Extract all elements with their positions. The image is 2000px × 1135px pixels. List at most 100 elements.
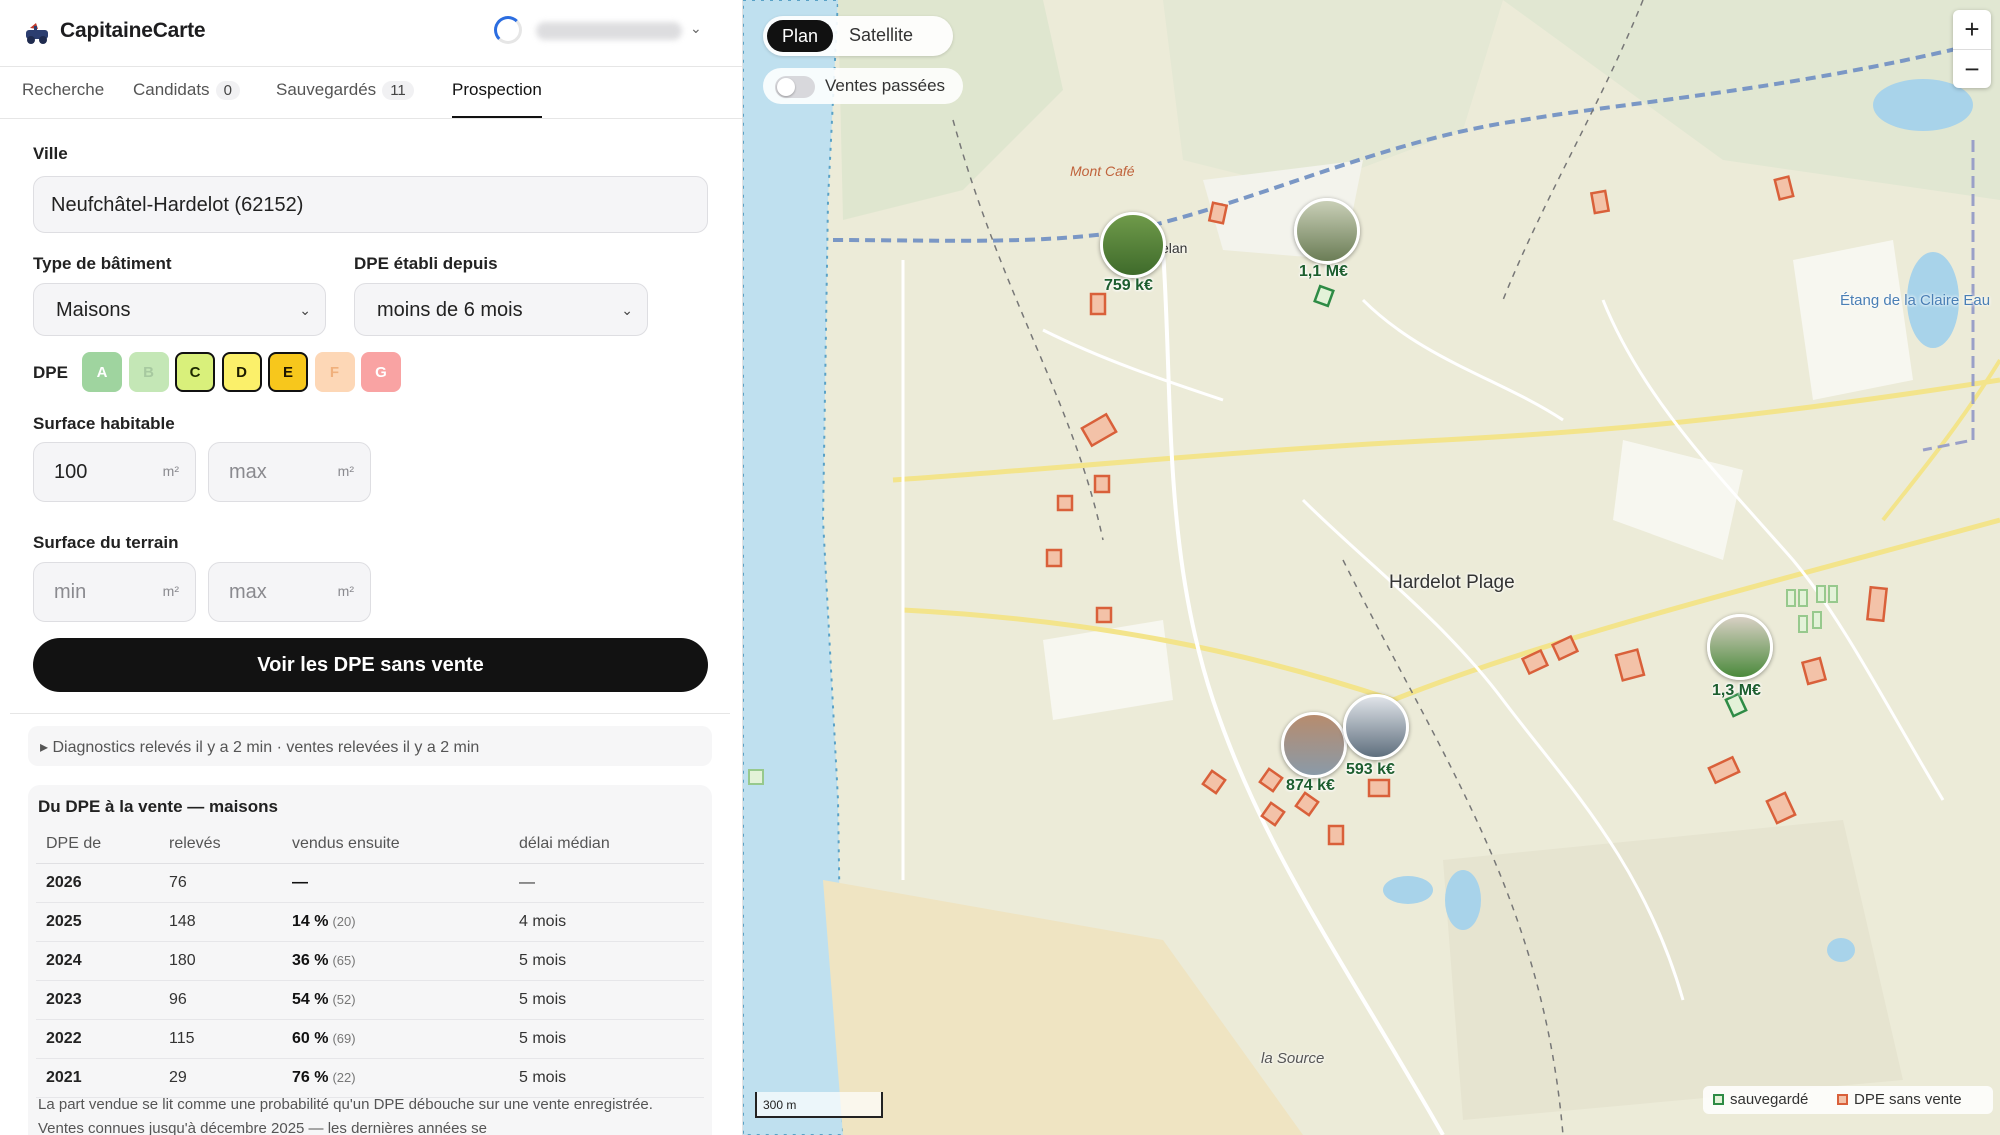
zoom-out-button[interactable]: − (1953, 50, 1991, 88)
basemap (743, 0, 2000, 1135)
divider (10, 713, 730, 714)
scale-label: 300 m (763, 1098, 797, 1112)
listing-price-label[interactable]: 759 k€ (1104, 277, 1153, 295)
cell-sold-pct: 14 % (292, 913, 329, 930)
show-dpe-button[interactable]: Voir les DPE sans vente (33, 638, 708, 692)
stats-card: Du DPE à la vente — maisons DPE de relev… (28, 785, 712, 1135)
place-label-lake: Étang de la Claire Eau (1840, 292, 1991, 309)
dpe-chip-b[interactable]: B (128, 352, 169, 392)
cell-year: 2025 (36, 902, 159, 942)
city-input[interactable]: Neufchâtel-Hardelot (62152) (33, 176, 708, 233)
map-mode-switch: Plan Satellite (763, 16, 953, 56)
dpe-chip-a[interactable]: A (82, 352, 122, 392)
building-type-value: Maisons (56, 299, 131, 321)
cell-sold-pct: 60 % (292, 1030, 329, 1047)
cell-sold-pct: 36 % (292, 952, 329, 969)
past-sales-label: Ventes passées (825, 76, 946, 95)
surface-label: Surface habitable (33, 414, 175, 433)
listing-price-label[interactable]: 874 k€ (1286, 777, 1335, 795)
zoom-control: + − (1953, 10, 1991, 88)
listing-photo-marker[interactable] (1294, 198, 1360, 264)
dpe-chip-e[interactable]: E (268, 352, 308, 392)
tab-recherche[interactable]: Recherche (22, 80, 104, 116)
cell-sold: 14 % (20) (282, 902, 509, 942)
listing-price-label[interactable]: 593 k€ (1346, 761, 1395, 779)
dpe-chip-f[interactable]: F (314, 352, 355, 392)
cell-sold-pct: 54 % (292, 991, 329, 1008)
listing-price-label[interactable]: 1,3 M€ (1712, 682, 1761, 700)
building-type-select[interactable]: Maisons ⌄ (33, 283, 326, 336)
dpe-chip-g[interactable]: G (361, 352, 401, 392)
listing-photo-marker[interactable] (1343, 694, 1409, 760)
tab-candidats[interactable]: Candidats 0 (133, 80, 240, 116)
map-mode-plan-button[interactable]: Plan (767, 20, 833, 52)
details-summary-text: ▸ Diagnostics relevés il y a 2 min · ven… (40, 739, 480, 756)
table-row: 2021 29 76 % (22) 5 mois (36, 1058, 704, 1098)
map-view[interactable]: Plan Satellite Ventes passées + − Hardel… (743, 0, 2000, 1135)
tab-label: Prospection (452, 80, 542, 99)
app-title: CapitaineCarte (60, 19, 206, 42)
listing-photo-marker[interactable] (1281, 712, 1347, 778)
cell-sold-n: (22) (332, 1070, 356, 1085)
user-account-name[interactable] (536, 22, 682, 40)
cell-sold: 54 % (52) (282, 980, 509, 1020)
surface-min-input[interactable]: 100 m² (33, 442, 196, 502)
dpe-chip-c[interactable]: C (175, 352, 215, 392)
past-sales-control: Ventes passées (763, 68, 963, 104)
top-bar: CapitaineCarte ⌄ (0, 0, 742, 67)
cell-sold-pct: 76 % (292, 1069, 329, 1086)
map-mode-satellite-button[interactable]: Satellite (849, 25, 913, 46)
surface-max-placeholder: max (229, 461, 267, 483)
cell-count: 148 (159, 902, 282, 942)
unit-label: m² (162, 463, 179, 479)
cell-sold-n: (65) (332, 953, 356, 968)
legend-saved-swatch (1713, 1094, 1724, 1105)
city-input-value: Neufchâtel-Hardelot (62152) (51, 194, 304, 216)
place-label-main: Hardelot Plage (1389, 572, 1515, 593)
table-row: 2022 115 60 % (69) 5 mois (36, 1019, 704, 1059)
cell-delay: 5 mois (509, 1058, 704, 1098)
cell-sold-n: (69) (332, 1031, 356, 1046)
map-legend: sauvegardé DPE sans vente (1703, 1086, 1993, 1114)
cell-year: 2023 (36, 980, 159, 1020)
unit-label: m² (337, 463, 354, 479)
dpe-since-select[interactable]: moins de 6 mois ⌄ (354, 283, 648, 336)
table-header-row: DPE de relevés vendus ensuite délai médi… (36, 825, 704, 864)
surface-max-input[interactable]: max m² (208, 442, 371, 502)
map-scale-bar: 300 m (755, 1092, 883, 1118)
land-label: Surface du terrain (33, 533, 179, 552)
land-min-input[interactable]: min m² (33, 562, 196, 622)
dpe-label: DPE (33, 363, 68, 382)
tab-prospection[interactable]: Prospection (452, 80, 542, 118)
listing-price-label[interactable]: 1,1 M€ (1299, 263, 1348, 281)
listing-photo-marker[interactable] (1100, 212, 1166, 278)
details-summary[interactable]: ▸ Diagnostics relevés il y a 2 min · ven… (28, 726, 712, 766)
loading-spinner-icon (494, 16, 522, 44)
unit-label: m² (162, 583, 179, 599)
chevron-down-icon[interactable]: ⌄ (690, 20, 702, 37)
land-max-placeholder: max (229, 581, 267, 603)
city-label: Ville (33, 144, 68, 163)
legend-dpe-swatch (1837, 1094, 1848, 1105)
cell-year: 2024 (36, 941, 159, 981)
tab-sauvegardes[interactable]: Sauvegardés 11 (276, 80, 414, 116)
cell-count: 76 (159, 863, 282, 903)
listing-photo-marker[interactable] (1707, 614, 1773, 680)
column-header: DPE de (36, 825, 159, 864)
zoom-in-button[interactable]: + (1953, 10, 1991, 48)
cell-sold-n: (52) (332, 992, 356, 1007)
surface-min-value: 100 (54, 461, 88, 483)
cell-year: 2026 (36, 863, 159, 903)
dpe-chip-d[interactable]: D (221, 352, 262, 392)
tab-label: Candidats (133, 80, 210, 99)
unit-label: m² (337, 583, 354, 599)
chevron-down-icon: ⌄ (299, 302, 311, 318)
land-max-input[interactable]: max m² (208, 562, 371, 622)
cell-sold-pct: — (292, 874, 308, 891)
cell-delay: 5 mois (509, 1019, 704, 1059)
past-sales-toggle[interactable] (775, 76, 815, 98)
table-row: 2026 76 — — (36, 863, 704, 903)
sidebar-panel: CapitaineCarte ⌄ Recherche Candidats 0 Sa… (0, 0, 743, 1135)
building-type-label: Type de bâtiment (33, 254, 172, 273)
cell-sold: 60 % (69) (282, 1019, 509, 1059)
